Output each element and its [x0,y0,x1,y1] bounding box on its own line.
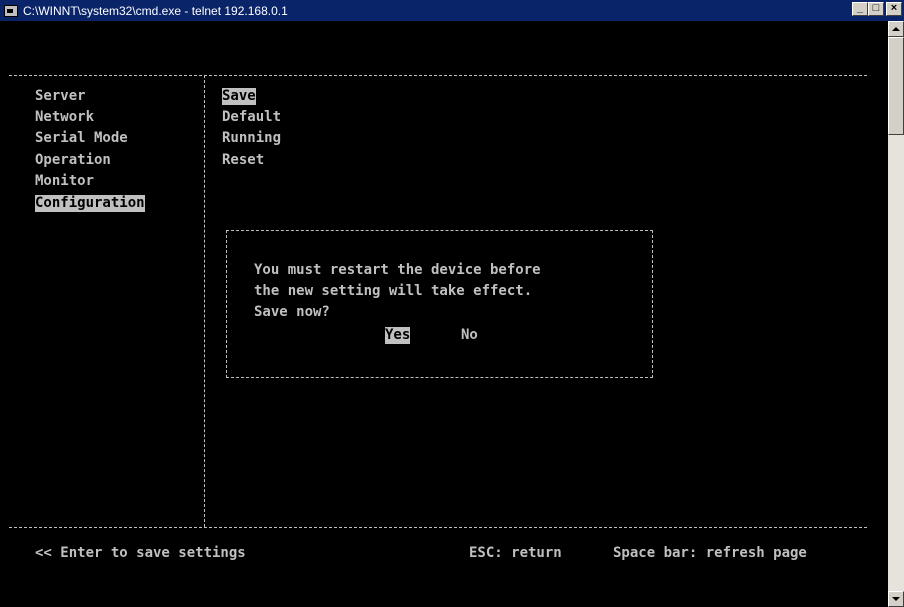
no-button[interactable]: No [461,327,478,344]
vertical-scrollbar[interactable] [888,21,904,607]
menu-item-server[interactable]: Server [35,88,86,105]
top-divider [9,75,867,76]
console-icon [4,4,18,17]
footer-space: Space bar: refresh page [613,545,807,561]
dialog-line-3: Save now? [254,304,330,320]
console-area[interactable]: Server Network Serial Mode Operation Mon… [0,21,888,607]
scroll-thumb[interactable] [888,37,904,135]
window-titlebar[interactable]: C:\WINNT\system32\cmd.exe - telnet 192.1… [0,0,904,21]
menu-item-monitor[interactable]: Monitor [35,173,94,190]
dialog-line-2: the new setting will take effect. [254,283,533,299]
scroll-down-icon[interactable] [888,591,904,607]
menu-divider [204,75,205,527]
submenu-item-save[interactable]: Save [222,88,256,105]
maximize-button[interactable]: □ [868,2,884,16]
window-title: C:\WINNT\system32\cmd.exe - telnet 192.1… [23,3,288,18]
footer-esc: ESC: return [469,545,562,561]
menu-item-operation[interactable]: Operation [35,152,111,169]
menu-item-configuration[interactable]: Configuration [35,195,145,212]
submenu-item-running[interactable]: Running [222,130,281,147]
submenu-item-reset[interactable]: Reset [222,152,264,169]
footer-hint: << Enter to save settings [35,545,246,561]
dialog-line-1: You must restart the device before [254,262,541,278]
menu-item-network[interactable]: Network [35,109,94,126]
submenu-item-default[interactable]: Default [222,109,281,126]
scroll-up-icon[interactable] [888,21,904,37]
minimize-button[interactable]: _ [852,2,868,16]
close-button[interactable]: × [886,2,902,16]
bottom-divider [9,527,867,528]
menu-item-serial-mode[interactable]: Serial Mode [35,130,128,147]
yes-button[interactable]: Yes [385,327,411,344]
window-controls: _ □ × [852,2,902,16]
